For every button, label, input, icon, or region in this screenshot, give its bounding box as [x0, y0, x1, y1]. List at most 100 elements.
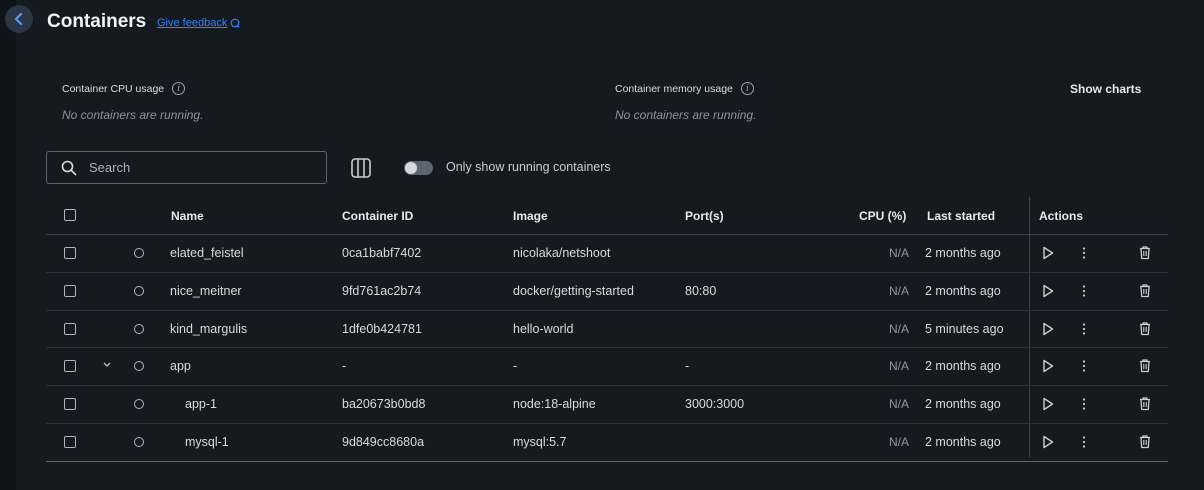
status-indicator-icon	[134, 399, 144, 410]
delete-icon[interactable]	[1138, 396, 1152, 411]
more-options-icon[interactable]	[1078, 322, 1090, 336]
more-options-icon[interactable]	[1078, 359, 1090, 373]
give-feedback-label: Give feedback	[157, 17, 228, 29]
container-name[interactable]: app-1	[185, 397, 217, 411]
cpu-usage-label-text: Container CPU usage	[62, 82, 165, 95]
give-feedback-link[interactable]: Give feedback	[157, 17, 240, 29]
status-indicator-icon	[134, 436, 144, 447]
search-icon	[61, 160, 77, 175]
container-ports[interactable]: 3000:3000	[685, 397, 744, 411]
delete-icon[interactable]	[1138, 283, 1152, 298]
info-icon[interactable]: i	[740, 82, 754, 95]
container-last-started: 5 minutes ago	[925, 321, 1004, 336]
container-name[interactable]: app	[170, 359, 191, 373]
column-header-last-started[interactable]: Last started	[927, 209, 995, 223]
table-row[interactable]: mysql-1 9d849cc8680a mysql:5.7 N/A 2 mon…	[46, 424, 1168, 462]
delete-icon[interactable]	[1138, 358, 1152, 373]
column-header-container-id[interactable]: Container ID	[342, 209, 413, 223]
container-last-started: 2 months ago	[925, 359, 1001, 374]
container-cpu: N/A	[888, 246, 909, 260]
delete-icon[interactable]	[1138, 321, 1152, 336]
container-name[interactable]: mysql-1	[185, 435, 229, 449]
select-all-checkbox[interactable]	[64, 209, 76, 221]
cpu-usage-label: Container CPU usage i	[62, 82, 186, 95]
table-row[interactable]: elated_feistel 0ca1babf7402 nicolaka/net…	[46, 235, 1168, 273]
container-last-started: 2 months ago	[925, 397, 1001, 412]
container-ports: -	[685, 359, 690, 374]
page-title: Containers	[47, 11, 147, 32]
row-checkbox[interactable]	[64, 247, 76, 259]
row-checkbox[interactable]	[64, 322, 76, 335]
info-icon[interactable]: i	[172, 82, 186, 95]
container-last-started: 2 months ago	[925, 246, 1001, 260]
status-indicator-icon	[134, 323, 144, 334]
toggle-knob	[405, 162, 417, 174]
columns-icon[interactable]	[350, 157, 372, 179]
cpu-usage-value: No containers are running.	[62, 108, 204, 122]
row-checkbox[interactable]	[64, 435, 76, 448]
show-charts-button[interactable]: Show charts	[1070, 82, 1141, 96]
container-cpu: N/A	[888, 434, 909, 449]
container-name[interactable]: elated_feistel	[170, 246, 244, 260]
table-header: Name Container ID Image Port(s) CPU (%) …	[46, 197, 1168, 235]
container-cpu: N/A	[888, 321, 909, 336]
table-row[interactable]: app - - - N/A 2 months ago	[46, 348, 1168, 387]
column-header-cpu[interactable]: CPU (%)	[859, 209, 906, 223]
more-options-icon[interactable]	[1078, 284, 1090, 298]
table-row[interactable]: kind_margulis 1dfe0b424781 hello-world N…	[46, 311, 1168, 349]
table-row[interactable]: nice_meitner 9fd761ac2b74 docker/getting…	[46, 273, 1168, 311]
play-icon[interactable]	[1042, 322, 1054, 336]
container-image[interactable]: hello-world	[513, 322, 573, 336]
chevron-down-icon[interactable]	[100, 357, 114, 371]
container-id: ba20673b0bd8	[342, 397, 426, 412]
running-only-toggle[interactable]	[404, 161, 433, 175]
container-ports[interactable]: 80:80	[685, 284, 716, 298]
memory-usage-label: Container memory usage i	[615, 82, 754, 95]
more-options-icon[interactable]	[1078, 397, 1090, 411]
container-id: 9fd761ac2b74	[342, 283, 422, 298]
memory-usage-label-text: Container memory usage	[615, 82, 733, 95]
row-checkbox[interactable]	[64, 398, 76, 411]
column-header-image[interactable]: Image	[513, 209, 548, 223]
more-options-icon[interactable]	[1078, 435, 1090, 449]
row-checkbox[interactable]	[64, 284, 76, 297]
play-icon[interactable]	[1042, 246, 1054, 260]
container-name[interactable]: nice_meitner	[170, 284, 242, 298]
play-icon[interactable]	[1042, 284, 1054, 298]
feedback-icon	[230, 18, 240, 28]
delete-icon[interactable]	[1138, 434, 1152, 449]
back-button[interactable]	[5, 5, 33, 33]
container-image[interactable]: node:18-alpine	[513, 397, 596, 411]
container-id: 0ca1babf7402	[342, 246, 422, 260]
page-header: Containers Give feedback	[0, 0, 1204, 44]
container-id: 1dfe0b424781	[342, 321, 422, 336]
column-header-ports[interactable]: Port(s)	[685, 209, 724, 223]
left-sidebar-edge	[0, 0, 16, 490]
search-field[interactable]	[46, 151, 327, 184]
play-icon[interactable]	[1042, 359, 1054, 373]
row-checkbox[interactable]	[64, 360, 76, 373]
containers-table: Name Container ID Image Port(s) CPU (%) …	[46, 197, 1168, 462]
container-name[interactable]: kind_margulis	[170, 322, 247, 336]
search-input[interactable]	[87, 159, 311, 176]
status-indicator-icon	[134, 248, 144, 258]
play-icon[interactable]	[1042, 435, 1054, 449]
container-image[interactable]: mysql:5.7	[513, 435, 567, 449]
delete-icon[interactable]	[1138, 245, 1152, 260]
status-indicator-icon	[134, 285, 144, 296]
container-image[interactable]: docker/getting-started	[513, 284, 634, 298]
container-cpu: N/A	[888, 397, 909, 412]
container-id: 9d849cc8680a	[342, 434, 425, 449]
play-icon[interactable]	[1042, 397, 1054, 411]
container-id: -	[342, 359, 347, 374]
container-cpu: N/A	[888, 283, 909, 298]
container-image[interactable]: nicolaka/netshoot	[513, 246, 610, 260]
column-header-name[interactable]: Name	[171, 209, 204, 223]
more-options-icon[interactable]	[1078, 246, 1090, 260]
container-last-started: 2 months ago	[925, 283, 1001, 298]
memory-usage-value: No containers are running.	[615, 108, 757, 122]
table-row[interactable]: app-1 ba20673b0bd8 node:18-alpine 3000:3…	[46, 386, 1168, 424]
status-indicator-icon	[134, 361, 144, 372]
column-header-actions: Actions	[1039, 209, 1084, 223]
chevron-left-icon	[14, 13, 22, 25]
